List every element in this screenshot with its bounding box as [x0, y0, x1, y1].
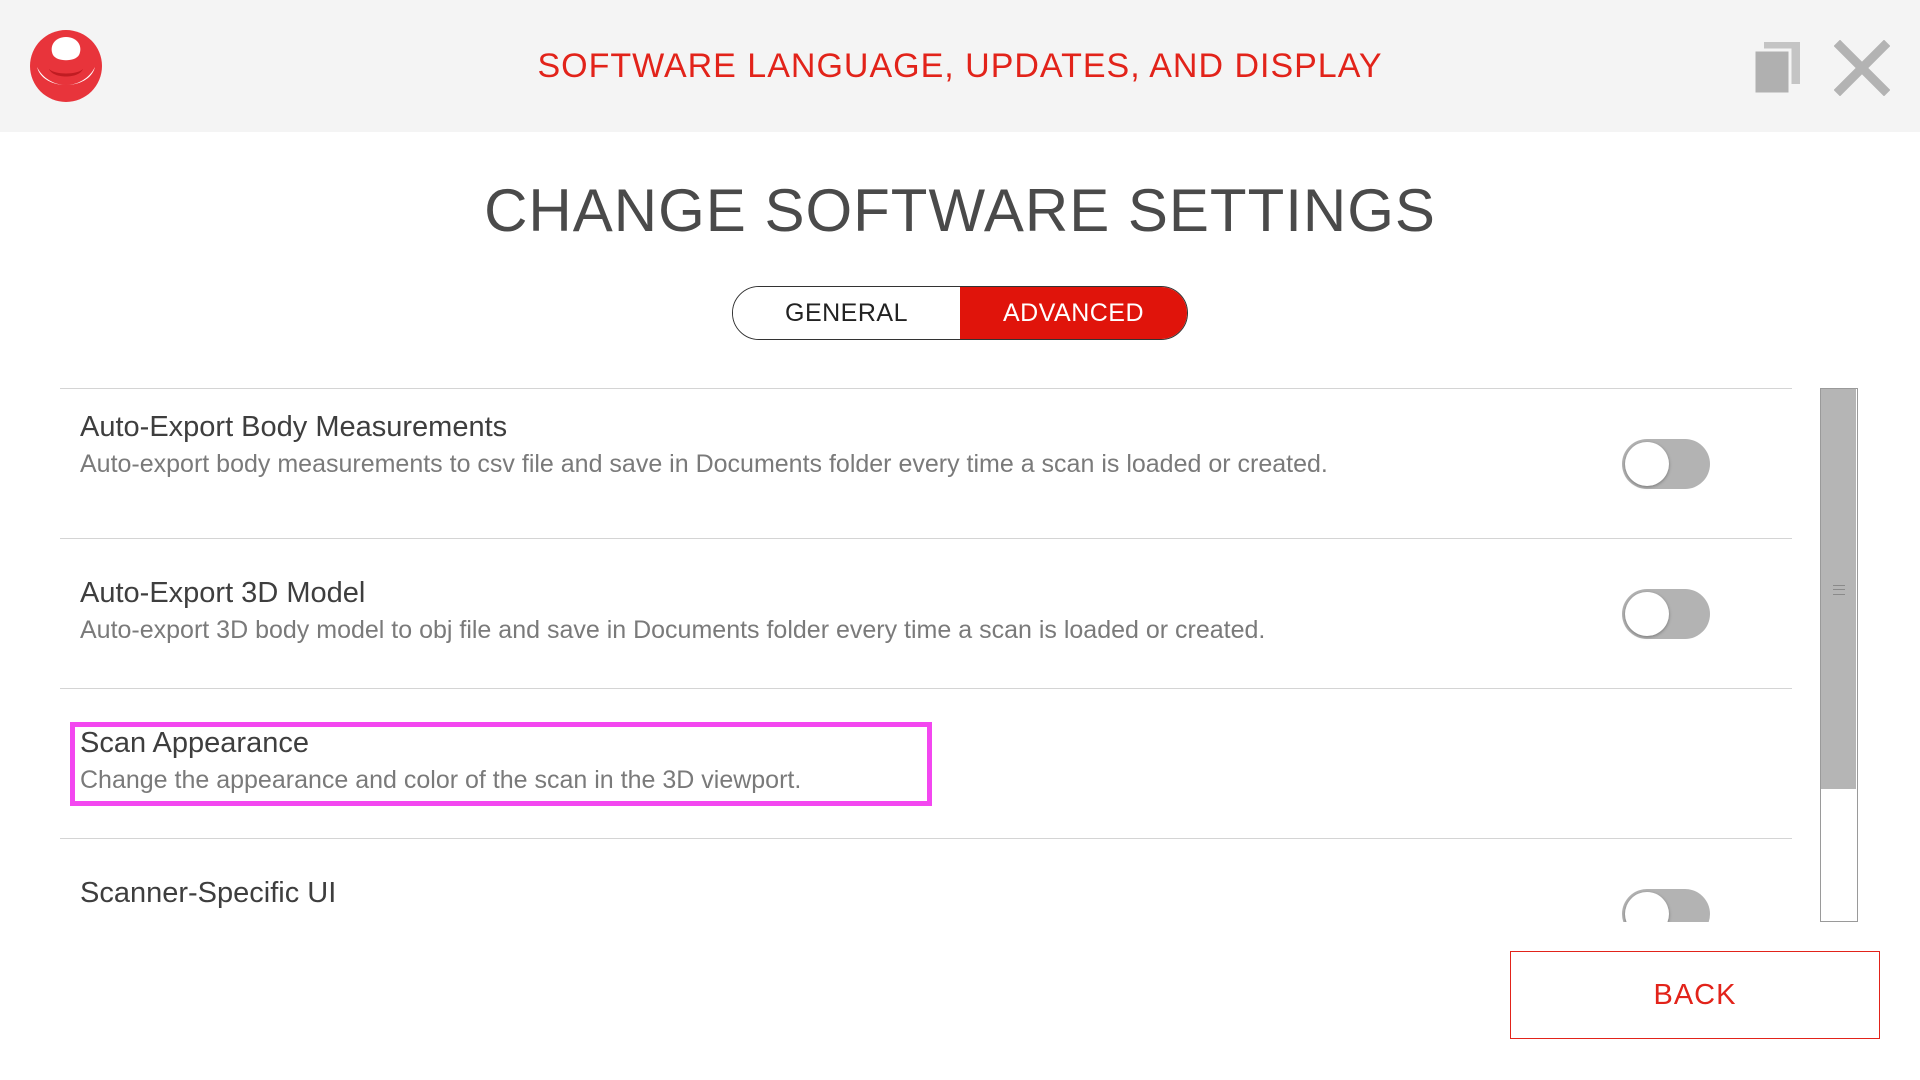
close-icon[interactable] — [1834, 40, 1890, 96]
setting-description: Auto-export 3D body model to obj file an… — [80, 616, 1266, 644]
settings-page: SOFTWARE LANGUAGE, UPDATES, AND DISPLAY … — [0, 0, 1920, 1080]
setting-title: Scanner-Specific UI — [80, 877, 337, 909]
header-bar: SOFTWARE LANGUAGE, UPDATES, AND DISPLAY — [0, 0, 1920, 132]
tab-general[interactable]: GENERAL — [733, 287, 960, 339]
setting-row-auto-export-model[interactable]: Auto-Export 3D Model Auto-export 3D body… — [60, 538, 1792, 688]
setting-title: Scan Appearance — [80, 727, 309, 759]
page-title: CHANGE SOFTWARE SETTINGS — [484, 177, 1436, 244]
settings-tabs: GENERAL ADVANCED — [732, 286, 1188, 340]
setting-row-scanner-specific-ui[interactable]: Scanner-Specific UI — [60, 838, 1792, 922]
toggle-knob — [1625, 892, 1669, 922]
grip-lines-icon — [1833, 585, 1845, 595]
auto-export-model-toggle[interactable] — [1622, 589, 1710, 639]
scrollbar-track[interactable] — [1820, 388, 1858, 922]
setting-row-auto-export-measurements[interactable]: Auto-Export Body Measurements Auto-expor… — [60, 388, 1792, 538]
scanner-specific-ui-toggle[interactable] — [1622, 889, 1710, 922]
toggle-knob — [1625, 442, 1669, 486]
setting-title: Auto-Export Body Measurements — [80, 411, 508, 443]
tab-advanced[interactable]: ADVANCED — [960, 287, 1187, 339]
header-title: SOFTWARE LANGUAGE, UPDATES, AND DISPLAY — [537, 47, 1383, 85]
scrollbar-thumb[interactable] — [1821, 389, 1856, 789]
setting-row-scan-appearance[interactable]: Scan Appearance Change the appearance an… — [60, 688, 1792, 838]
auto-export-measurements-toggle[interactable] — [1622, 439, 1710, 489]
settings-list: Auto-Export Body Measurements Auto-expor… — [60, 388, 1792, 922]
setting-description: Auto-export body measurements to csv fil… — [80, 450, 1328, 478]
copy-icon[interactable] — [1752, 40, 1802, 96]
back-button[interactable]: BACK — [1510, 951, 1880, 1039]
setting-title: Auto-Export 3D Model — [80, 577, 366, 609]
toggle-knob — [1625, 592, 1669, 636]
setting-description: Change the appearance and color of the s… — [80, 766, 802, 794]
